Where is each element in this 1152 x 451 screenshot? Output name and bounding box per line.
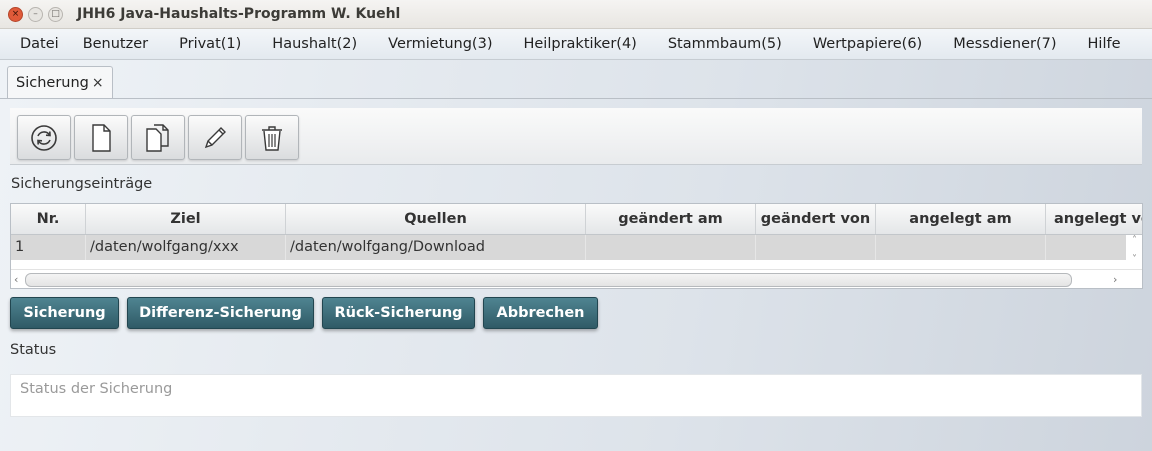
table-empty-row: [11, 260, 1126, 268]
title-bar: × – □ JHH6 Java-Haushalts-Programm W. Ku…: [0, 0, 1152, 29]
column-header-ziel[interactable]: Ziel: [86, 204, 286, 234]
menu-wertpapiere[interactable]: Wertpapiere(6): [782, 36, 922, 52]
cell-quellen: /daten/wolfgang/Download: [286, 235, 586, 260]
content-area: Sicherung × Sicherungseinträge Nr. Ziel …: [0, 60, 1152, 451]
entries-section-label: Sicherungseinträge: [11, 176, 153, 192]
menu-heilpraktiker[interactable]: Heilpraktiker(4): [492, 36, 636, 52]
menu-vermietung[interactable]: Vermietung(3): [357, 36, 492, 52]
diff-backup-button[interactable]: Differenz-Sicherung: [127, 297, 314, 329]
cancel-button[interactable]: Abbrechen: [483, 297, 598, 329]
scroll-up-icon[interactable]: ˄: [1129, 235, 1140, 246]
backup-button[interactable]: Sicherung: [10, 297, 119, 329]
menu-bar: Datei Benutzer Privat(1) Haushalt(2) Ver…: [0, 29, 1152, 60]
vertical-scrollbar[interactable]: ˄ ˅: [1127, 235, 1142, 269]
menu-hilfe[interactable]: Hilfe: [1057, 36, 1121, 52]
cell-angelegt-von: [1046, 235, 1126, 260]
scroll-down-icon[interactable]: ˅: [1129, 254, 1140, 265]
cell-geaendert-am: [586, 235, 756, 260]
menu-datei[interactable]: Datei: [0, 36, 59, 52]
horizontal-scrollbar[interactable]: ‹ ›: [11, 269, 1142, 288]
column-header-geaendert-von[interactable]: geändert von: [756, 204, 876, 234]
delete-button[interactable]: [245, 115, 299, 160]
column-header-angelegt-am[interactable]: angelegt am: [876, 204, 1046, 234]
tab-sicherung[interactable]: Sicherung ×: [7, 66, 113, 98]
menu-messdiener[interactable]: Messdiener(7): [922, 36, 1056, 52]
status-field[interactable]: Status der Sicherung: [10, 374, 1142, 417]
menu-stammbaum[interactable]: Stammbaum(5): [637, 36, 782, 52]
tab-strip: Sicherung ×: [0, 60, 1152, 99]
menu-privat[interactable]: Privat(1): [148, 36, 241, 52]
new-document-icon: [92, 123, 111, 152]
menu-haushalt[interactable]: Haushalt(2): [241, 36, 357, 52]
minimize-window-button[interactable]: –: [28, 6, 43, 22]
restore-button[interactable]: Rück-Sicherung: [322, 297, 475, 329]
refresh-button[interactable]: [17, 115, 71, 160]
trash-icon: [262, 125, 282, 151]
menu-benutzer[interactable]: Benutzer: [59, 36, 148, 52]
column-header-nr[interactable]: Nr.: [11, 204, 86, 234]
column-header-quellen[interactable]: Quellen: [286, 204, 586, 234]
cell-angelegt-am: [876, 235, 1046, 260]
scroll-right-icon[interactable]: ›: [1113, 273, 1117, 286]
entries-table: Nr. Ziel Quellen geändert am geändert vo…: [10, 203, 1143, 289]
window-title: JHH6 Java-Haushalts-Programm W. Kuehl: [77, 6, 401, 22]
maximize-window-button[interactable]: □: [48, 6, 63, 22]
window-controls: × – □: [8, 6, 63, 22]
cell-nr: 1: [11, 235, 86, 260]
table-row[interactable]: 1 /daten/wolfgang/xxx /daten/wolfgang/Do…: [11, 235, 1126, 260]
tab-close-icon[interactable]: ×: [92, 75, 104, 91]
table-header: Nr. Ziel Quellen geändert am geändert vo…: [11, 204, 1142, 235]
column-header-angelegt-von[interactable]: angelegt von: [1046, 204, 1142, 234]
copy-document-icon: [146, 123, 169, 152]
new-button[interactable]: [74, 115, 128, 160]
app-window: × – □ JHH6 Java-Haushalts-Programm W. Ku…: [0, 0, 1152, 451]
column-header-geaendert-am[interactable]: geändert am: [586, 204, 756, 234]
tab-label: Sicherung: [16, 74, 89, 91]
edit-button[interactable]: [188, 115, 242, 160]
toolbar: [10, 108, 1142, 165]
status-label: Status: [10, 342, 57, 358]
cell-geaendert-von: [756, 235, 876, 260]
horizontal-scroll-thumb[interactable]: [25, 273, 1072, 287]
edit-pencil-icon: [204, 126, 226, 148]
scroll-left-icon[interactable]: ‹: [14, 273, 18, 286]
close-window-button[interactable]: ×: [8, 6, 23, 22]
cell-ziel: /daten/wolfgang/xxx: [86, 235, 286, 260]
copy-button[interactable]: [131, 115, 185, 160]
refresh-icon: [31, 124, 57, 151]
